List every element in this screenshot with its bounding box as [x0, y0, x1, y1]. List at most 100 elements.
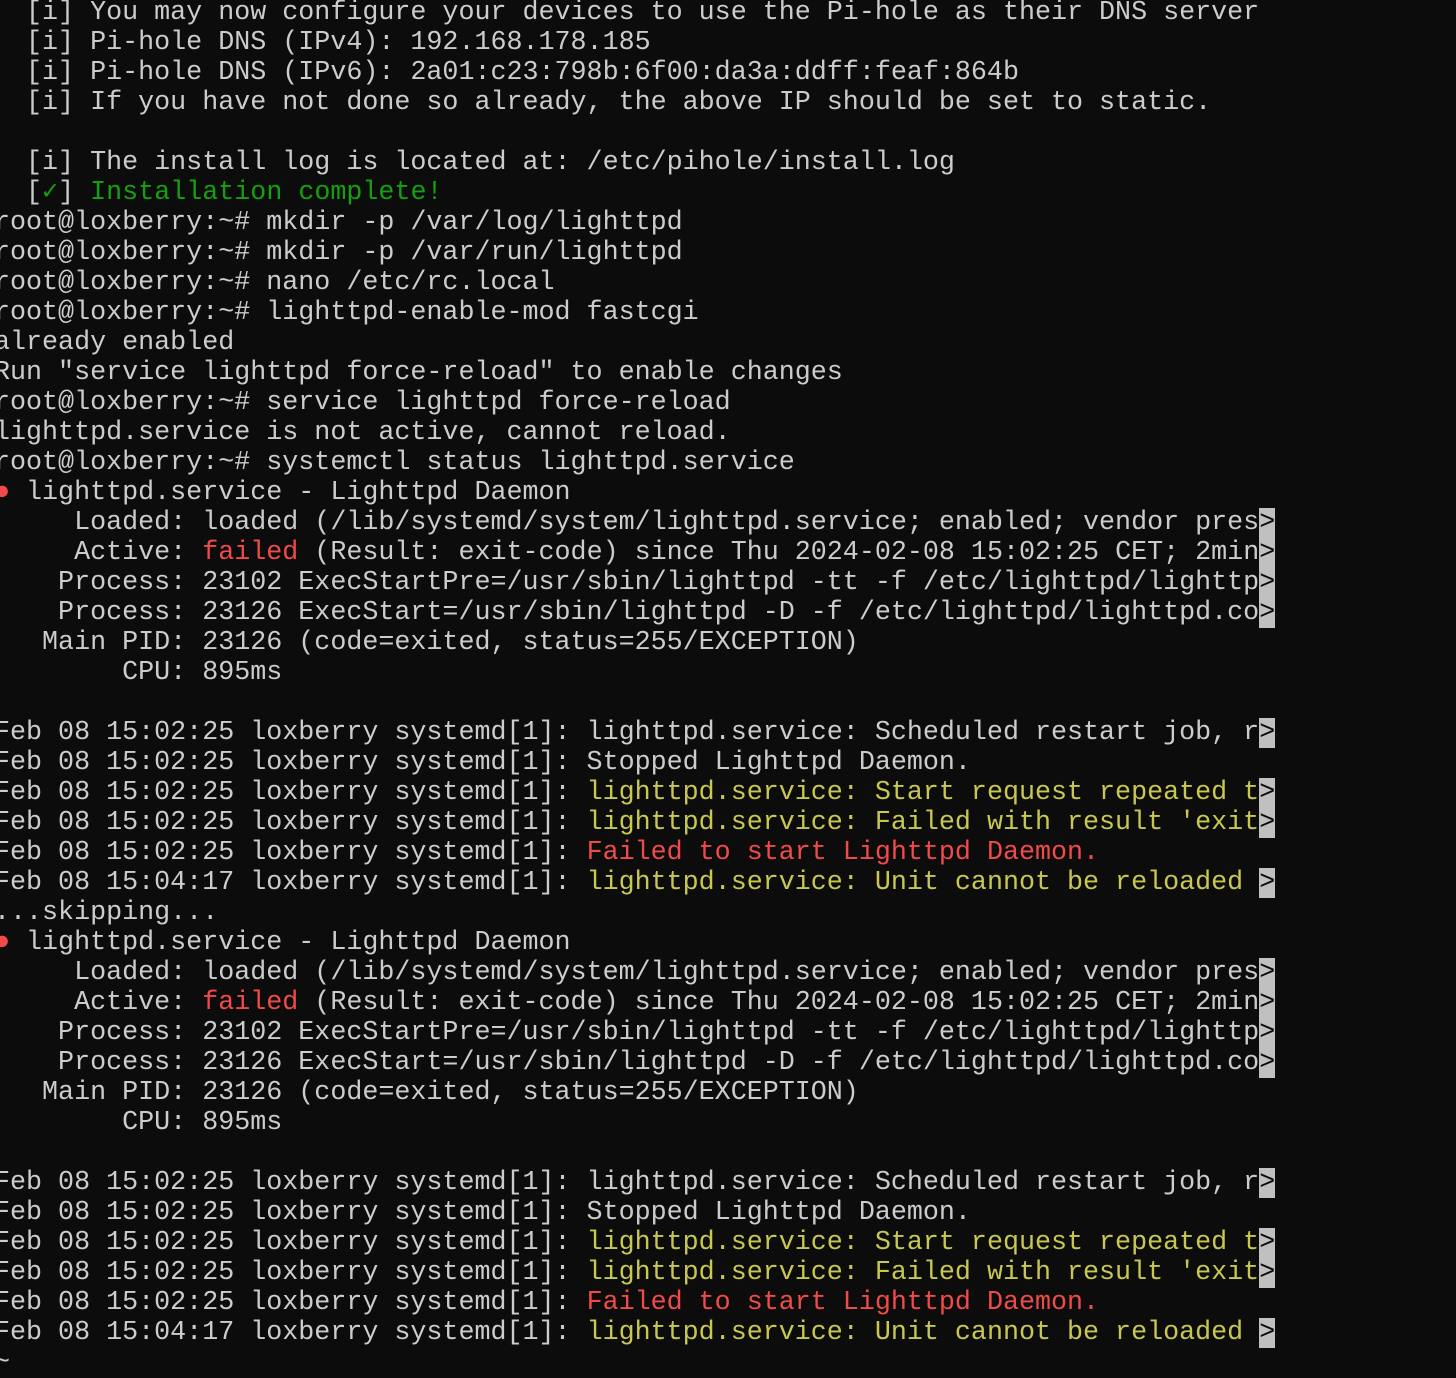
- terminal-line: root@loxberry:~# lighttpd-enable-mod fas…: [0, 298, 1275, 328]
- terminal-line: [i] The install log is located at: /etc/…: [0, 148, 1275, 178]
- terminal-line: Feb 08 15:02:25 loxberry systemd[1]: lig…: [0, 808, 1276, 838]
- truncation-marker: >: [1259, 1318, 1276, 1348]
- error-text: failed: [202, 538, 299, 568]
- terminal-line: Feb 08 15:02:25 loxberry systemd[1]: lig…: [0, 1168, 1276, 1198]
- output-text: Process: 23102 ExecStartPre=/usr/sbin/li…: [0, 1018, 1260, 1048]
- output-text: [i] The install log is located at: /etc/…: [0, 148, 955, 178]
- output-text: Feb 08 15:02:25 loxberry systemd[1]:: [0, 1228, 587, 1258]
- terminal-line: [✓] Installation complete!: [0, 178, 1275, 208]
- output-text: Main PID: 23126 (code=exited, status=255…: [0, 628, 859, 658]
- terminal-line: Feb 08 15:02:25 loxberry systemd[1]: Fai…: [0, 838, 1275, 868]
- truncation-marker: >: [1259, 1048, 1276, 1078]
- output-text: Feb 08 15:02:25 loxberry systemd[1]: lig…: [0, 1168, 1260, 1198]
- truncation-marker: >: [1259, 988, 1276, 1018]
- output-text: Feb 08 15:02:25 loxberry systemd[1]:: [0, 838, 587, 868]
- truncation-marker: >: [1259, 1228, 1276, 1258]
- warning-text: lighttpd.service: Unit cannot be reloade…: [586, 868, 1260, 898]
- terminal-line: Feb 08 15:02:25 loxberry systemd[1]: lig…: [0, 1258, 1276, 1288]
- terminal-line: root@loxberry:~# nano /etc/rc.local: [0, 268, 1275, 298]
- output-text: (Result: exit-code) since Thu 2024-02-08…: [298, 988, 1260, 1018]
- warning-text: lighttpd.service: Start request repeated…: [586, 778, 1260, 808]
- output-text: [i] Pi-hole DNS (IPv6): 2a01:c23:798b:6f…: [0, 58, 1019, 88]
- success-text: ✓: [42, 178, 59, 208]
- output-text: Loaded: loaded (/lib/systemd/system/ligh…: [0, 508, 1260, 538]
- terminal-line: [i] Pi-hole DNS (IPv4): 192.168.178.185: [0, 28, 1275, 58]
- terminal-line: root@loxberry:~# systemctl status lightt…: [0, 448, 1275, 478]
- truncation-marker: >: [1259, 718, 1276, 748]
- terminal-line: Feb 08 15:04:17 loxberry systemd[1]: lig…: [0, 1318, 1276, 1348]
- output-text: already enabled: [0, 328, 235, 358]
- terminal-line: Feb 08 15:02:25 loxberry systemd[1]: Sto…: [0, 748, 1275, 778]
- output-text: root@loxberry:~# service lighttpd force-…: [0, 388, 731, 418]
- truncation-marker: >: [1259, 1168, 1276, 1198]
- terminal-line: root@loxberry:~# service lighttpd force-…: [0, 388, 1275, 418]
- terminal-line: Main PID: 23126 (code=exited, status=255…: [0, 1078, 1275, 1108]
- output-text: Process: 23126 ExecStart=/usr/sbin/light…: [0, 1048, 1260, 1078]
- terminal-line: Process: 23126 ExecStart=/usr/sbin/light…: [0, 598, 1276, 628]
- output-text: Feb 08 15:04:17 loxberry systemd[1]:: [0, 868, 587, 898]
- terminal-line: Feb 08 15:02:25 loxberry systemd[1]: Fai…: [0, 1288, 1275, 1318]
- terminal-line: Active: failed (Result: exit-code) since…: [0, 538, 1276, 568]
- output-text: ...skipping...: [0, 898, 219, 928]
- terminal-line: Run "service lighttpd force-reload" to e…: [0, 358, 1275, 388]
- output-text: root@loxberry:~# lighttpd-enable-mod fas…: [0, 298, 699, 328]
- success-text: Installation complete!: [90, 178, 443, 208]
- output-text: Feb 08 15:02:25 loxberry systemd[1]:: [0, 808, 587, 838]
- truncation-marker: >: [1259, 568, 1276, 598]
- output-text: Active:: [0, 538, 203, 568]
- output-text: (Result: exit-code) since Thu 2024-02-08…: [298, 538, 1260, 568]
- output-text: Feb 08 15:02:25 loxberry systemd[1]:: [0, 1288, 587, 1318]
- terminal-line: lighttpd.service is not active, cannot r…: [0, 418, 1275, 448]
- terminal-line: Active: failed (Result: exit-code) since…: [0, 988, 1276, 1018]
- terminal-line: root@loxberry:~# mkdir -p /var/log/light…: [0, 208, 1275, 238]
- terminal-line: Feb 08 15:02:25 loxberry systemd[1]: lig…: [0, 778, 1276, 808]
- output-text: root@loxberry:~# nano /etc/rc.local: [0, 268, 555, 298]
- output-text: root@loxberry:~# mkdir -p /var/run/light…: [0, 238, 683, 268]
- output-text: Process: 23102 ExecStartPre=/usr/sbin/li…: [0, 568, 1260, 598]
- terminal-line: Loaded: loaded (/lib/systemd/system/ligh…: [0, 958, 1276, 988]
- output-text: CPU: 895ms: [0, 1108, 283, 1138]
- output-text: CPU: 895ms: [0, 658, 283, 688]
- output-text: lighttpd.service - Lighttpd Daemon: [10, 928, 571, 958]
- output-text: lighttpd.service is not active, cannot r…: [0, 418, 731, 448]
- truncation-marker: >: [1259, 808, 1276, 838]
- output-text: Process: 23126 ExecStart=/usr/sbin/light…: [0, 598, 1260, 628]
- output-text: [: [26, 178, 43, 208]
- status-dot-icon: ●: [0, 928, 11, 958]
- terminal-line: ● lighttpd.service - Lighttpd Daemon: [0, 478, 1275, 508]
- terminal-line: Process: 23126 ExecStart=/usr/sbin/light…: [0, 1048, 1276, 1078]
- terminal-line: ...skipping...: [0, 898, 1275, 928]
- output-text: Feb 08 15:02:25 loxberry systemd[1]: Sto…: [0, 748, 971, 778]
- warning-text: lighttpd.service: Failed with result 'ex…: [586, 1258, 1260, 1288]
- output-text: Run "service lighttpd force-reload" to e…: [0, 358, 843, 388]
- truncation-marker: >: [1259, 1258, 1276, 1288]
- terminal-line: already enabled: [0, 328, 1275, 358]
- output-text: [i] You may now configure your devices t…: [0, 0, 1260, 28]
- error-text: failed: [202, 988, 299, 1018]
- warning-text: lighttpd.service: Start request repeated…: [586, 1228, 1260, 1258]
- terminal-line: Process: 23102 ExecStartPre=/usr/sbin/li…: [0, 568, 1276, 598]
- terminal-line: root@loxberry:~# mkdir -p /var/run/light…: [0, 238, 1275, 268]
- output-text: root@loxberry:~# mkdir -p /var/log/light…: [0, 208, 683, 238]
- terminal-line: Feb 08 15:02:25 loxberry systemd[1]: Sto…: [0, 1198, 1275, 1228]
- output-text: [i] If you have not done so already, the…: [0, 88, 1212, 118]
- terminal-line: CPU: 895ms: [0, 1108, 1275, 1138]
- terminal-line: ~: [0, 1348, 1275, 1378]
- output-text: Feb 08 15:02:25 loxberry systemd[1]:: [0, 1258, 587, 1288]
- status-dot-icon: ●: [0, 478, 11, 508]
- terminal-line: [i] You may now configure your devices t…: [0, 0, 1275, 28]
- terminal-line: [i] If you have not done so already, the…: [0, 88, 1275, 118]
- terminal-line: Feb 08 15:04:17 loxberry systemd[1]: lig…: [0, 868, 1276, 898]
- output-text: ]: [58, 178, 91, 208]
- terminal-output[interactable]: [i] You may now configure your devices t…: [0, 0, 1276, 1378]
- terminal-line: Process: 23102 ExecStartPre=/usr/sbin/li…: [0, 1018, 1276, 1048]
- warning-text: lighttpd.service: Unit cannot be reloade…: [586, 1318, 1260, 1348]
- truncation-marker: >: [1259, 1018, 1276, 1048]
- terminal-line: Loaded: loaded (/lib/systemd/system/ligh…: [0, 508, 1276, 538]
- terminal-line: Feb 08 15:02:25 loxberry systemd[1]: lig…: [0, 1228, 1276, 1258]
- terminal-line: [i] Pi-hole DNS (IPv6): 2a01:c23:798b:6f…: [0, 58, 1275, 88]
- output-text: lighttpd.service - Lighttpd Daemon: [10, 478, 571, 508]
